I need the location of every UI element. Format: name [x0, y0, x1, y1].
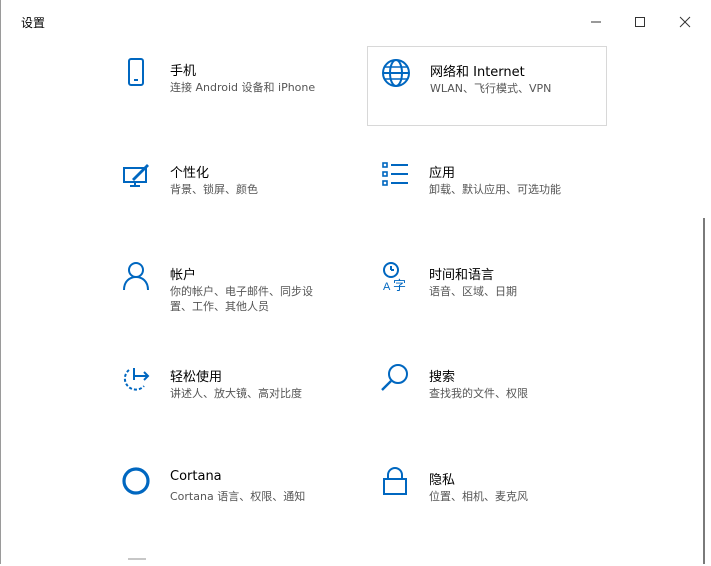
tile-title: 个性化: [170, 166, 210, 181]
svg-text:字: 字: [393, 279, 406, 292]
tile-subtitle: 卸载、默认应用、可选功能: [429, 183, 561, 196]
tile-personalization[interactable]: 个性化 背景、锁屏、颜色: [108, 148, 348, 228]
svg-text:A: A: [383, 281, 391, 292]
title-bar: 设置: [1, 0, 711, 44]
tile-title: 隐私: [429, 473, 456, 488]
tile-privacy[interactable]: 隐私 位置、相机、麦克风: [367, 455, 607, 535]
tile-title: 时间和语言: [429, 268, 495, 283]
vertical-scrollbar[interactable]: [703, 218, 705, 564]
tile-title: Cortana: [170, 469, 222, 484]
minimize-icon: [591, 21, 601, 23]
minimize-button[interactable]: [576, 8, 616, 36]
tile-subtitle: 位置、相机、麦克风: [429, 490, 528, 503]
tile-search[interactable]: 搜索 查找我的文件、权限: [367, 352, 607, 432]
apps-list-icon: [379, 158, 411, 190]
tile-cortana[interactable]: Cortana Cortana 语言、权限、通知: [108, 455, 348, 535]
tile-ease-of-access[interactable]: 轻松使用 讲述人、放大镜、高对比度: [108, 352, 348, 432]
globe-icon: [380, 57, 412, 89]
tile-accounts[interactable]: 帐户 你的帐户、电子邮件、同步设置、工作、其他人员: [108, 250, 348, 330]
time-language-icon: A 字: [379, 260, 411, 292]
maximize-button[interactable]: [620, 8, 660, 36]
tile-subtitle: 背景、锁屏、颜色: [170, 183, 258, 196]
tile-title: 帐户: [170, 268, 197, 283]
tile-title: 搜索: [429, 370, 456, 385]
settings-window: 设置 手机 连接 Android 设备和 iPhone 网络和 Internet…: [0, 0, 711, 564]
tile-title: 应用: [429, 166, 456, 181]
close-button[interactable]: [665, 8, 705, 36]
window-title: 设置: [21, 16, 46, 30]
tile-subtitle: 讲述人、放大镜、高对比度: [170, 387, 302, 400]
tile-subtitle: 语音、区域、日期: [429, 285, 517, 298]
next-tile-partial: [128, 558, 146, 566]
phone-icon: [120, 56, 152, 88]
person-icon: [120, 260, 152, 292]
tile-title: 网络和 Internet: [430, 65, 525, 80]
tile-subtitle: 你的帐户、电子邮件、同步设置、工作、其他人员: [170, 285, 313, 313]
ease-of-access-icon: [120, 362, 152, 394]
tile-phone[interactable]: 手机 连接 Android 设备和 iPhone: [108, 46, 348, 126]
tile-title: 轻松使用: [170, 370, 223, 385]
tile-subtitle: 连接 Android 设备和 iPhone: [170, 81, 316, 94]
tile-subtitle: 查找我的文件、权限: [429, 387, 528, 400]
close-icon: [679, 16, 691, 28]
tile-network[interactable]: 网络和 Internet WLAN、飞行模式、VPN: [367, 46, 607, 126]
search-icon: [379, 362, 411, 394]
tile-time-language[interactable]: A 字 时间和语言 语音、区域、日期: [367, 250, 607, 330]
tile-subtitle: Cortana 语言、权限、通知: [170, 490, 306, 503]
maximize-icon: [635, 17, 645, 27]
tile-subtitle: WLAN、飞行模式、VPN: [430, 82, 552, 95]
lock-icon: [379, 465, 411, 497]
cortana-icon: [120, 465, 152, 497]
personalization-icon: [120, 158, 152, 190]
tile-title: 手机: [170, 64, 197, 79]
tile-apps[interactable]: 应用 卸载、默认应用、可选功能: [367, 148, 607, 228]
